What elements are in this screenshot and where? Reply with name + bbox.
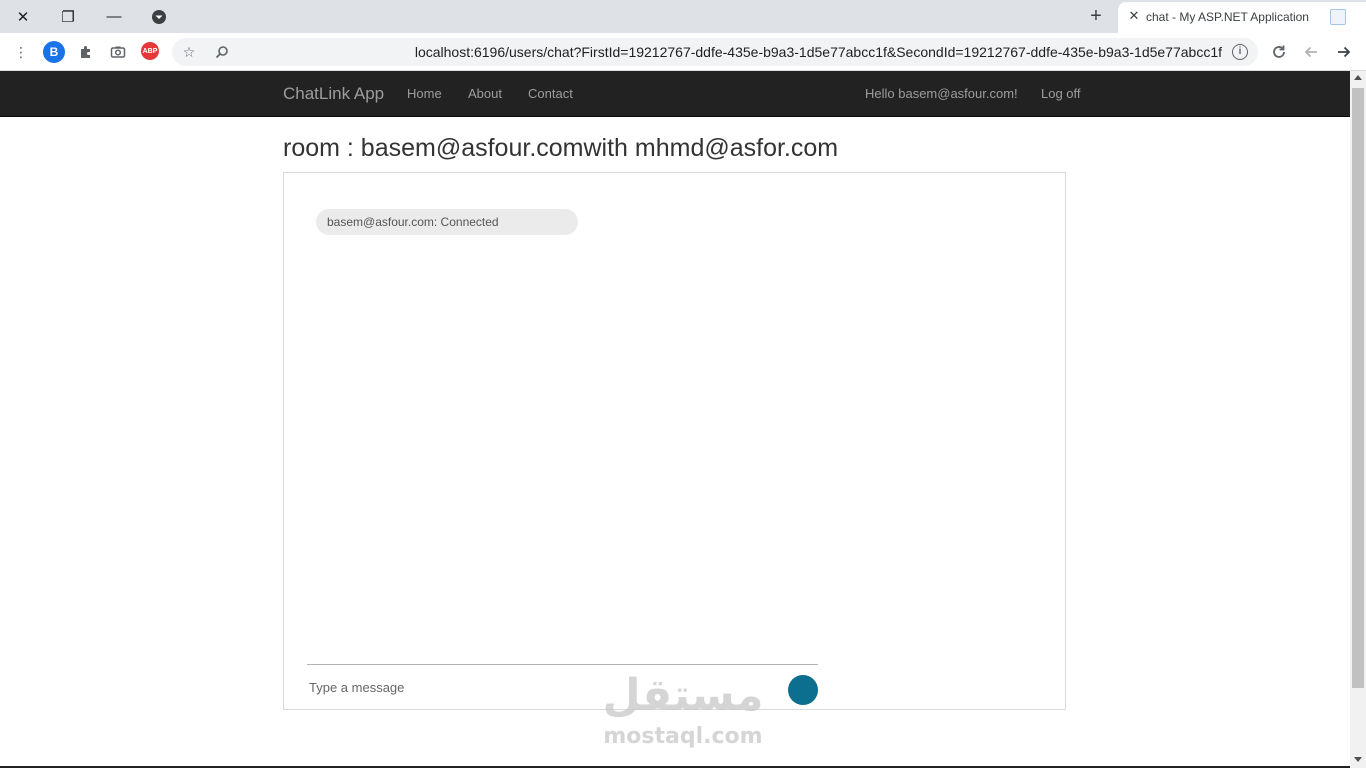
- site-navbar: ChatLink App Home About Contact Hello ba…: [0, 71, 1350, 117]
- scroll-down-arrow-icon[interactable]: [1354, 757, 1362, 762]
- forward-arrow-icon[interactable]: [1333, 41, 1355, 63]
- scroll-thumb[interactable]: [1352, 88, 1364, 688]
- adblock-icon[interactable]: ABP: [141, 42, 159, 60]
- nav-link-contact[interactable]: Contact: [528, 86, 573, 101]
- browser-menu-icon[interactable]: ⋮: [10, 41, 32, 63]
- brand-link[interactable]: ChatLink App: [283, 84, 384, 104]
- new-tab-button[interactable]: +: [1084, 4, 1108, 28]
- watermark-arabic: مستقل: [602, 670, 764, 721]
- reload-icon[interactable]: [1268, 41, 1290, 63]
- composer-divider: [307, 664, 818, 665]
- nav-link-about[interactable]: About: [468, 86, 502, 101]
- window-minimize-icon[interactable]: —: [91, 0, 137, 33]
- back-arrow-icon[interactable]: [1300, 41, 1322, 63]
- address-bar[interactable]: ☆ localhost:6196/users/chat?FirstId=1921…: [172, 38, 1258, 66]
- page-scrollbar[interactable]: [1350, 71, 1366, 768]
- extensions-puzzle-icon[interactable]: [75, 41, 97, 63]
- scroll-up-arrow-icon[interactable]: [1354, 75, 1362, 80]
- send-button[interactable]: [788, 675, 818, 705]
- bookmark-star-icon[interactable]: ☆: [178, 41, 200, 63]
- window-close-icon[interactable]: ✕: [0, 0, 46, 33]
- tab-title: chat - My ASP.NET Application: [1146, 10, 1309, 24]
- watermark-logo: مستقل mostaql.com: [597, 668, 769, 750]
- chat-panel: basem@asfour.com: Connected: [283, 172, 1066, 710]
- url-text[interactable]: localhost:6196/users/chat?FirstId=192127…: [415, 44, 1222, 60]
- tab-search-icon[interactable]: [136, 0, 182, 33]
- logoff-link[interactable]: Log off: [1041, 86, 1081, 101]
- room-title: room : basem@asfour.comwith mhmd@asfor.c…: [283, 134, 839, 162]
- browser-toolbar: ⋮ B ABP ☆ localhost:6196/users/chat?Firs…: [0, 33, 1366, 71]
- browser-tab[interactable]: ✕ chat - My ASP.NET Application: [1118, 2, 1366, 33]
- tab-close-icon[interactable]: ✕: [1126, 8, 1142, 24]
- watermark-latin: mostaql.com: [603, 724, 763, 749]
- zoom-icon[interactable]: [211, 41, 233, 63]
- profile-avatar-icon[interactable]: B: [43, 41, 65, 63]
- window-restore-icon[interactable]: ❐: [45, 0, 91, 33]
- browser-tab-strip: ✕ ❐ — + ✕ chat - My ASP.NET Application: [0, 0, 1366, 33]
- camera-icon[interactable]: [107, 41, 129, 63]
- nav-link-home[interactable]: Home: [407, 86, 442, 101]
- tab-favicon-icon: [1330, 9, 1346, 25]
- chat-message: basem@asfour.com: Connected: [316, 209, 578, 235]
- site-info-icon[interactable]: i: [1232, 44, 1248, 60]
- user-greeting-link[interactable]: Hello basem@asfour.com!: [865, 86, 1018, 101]
